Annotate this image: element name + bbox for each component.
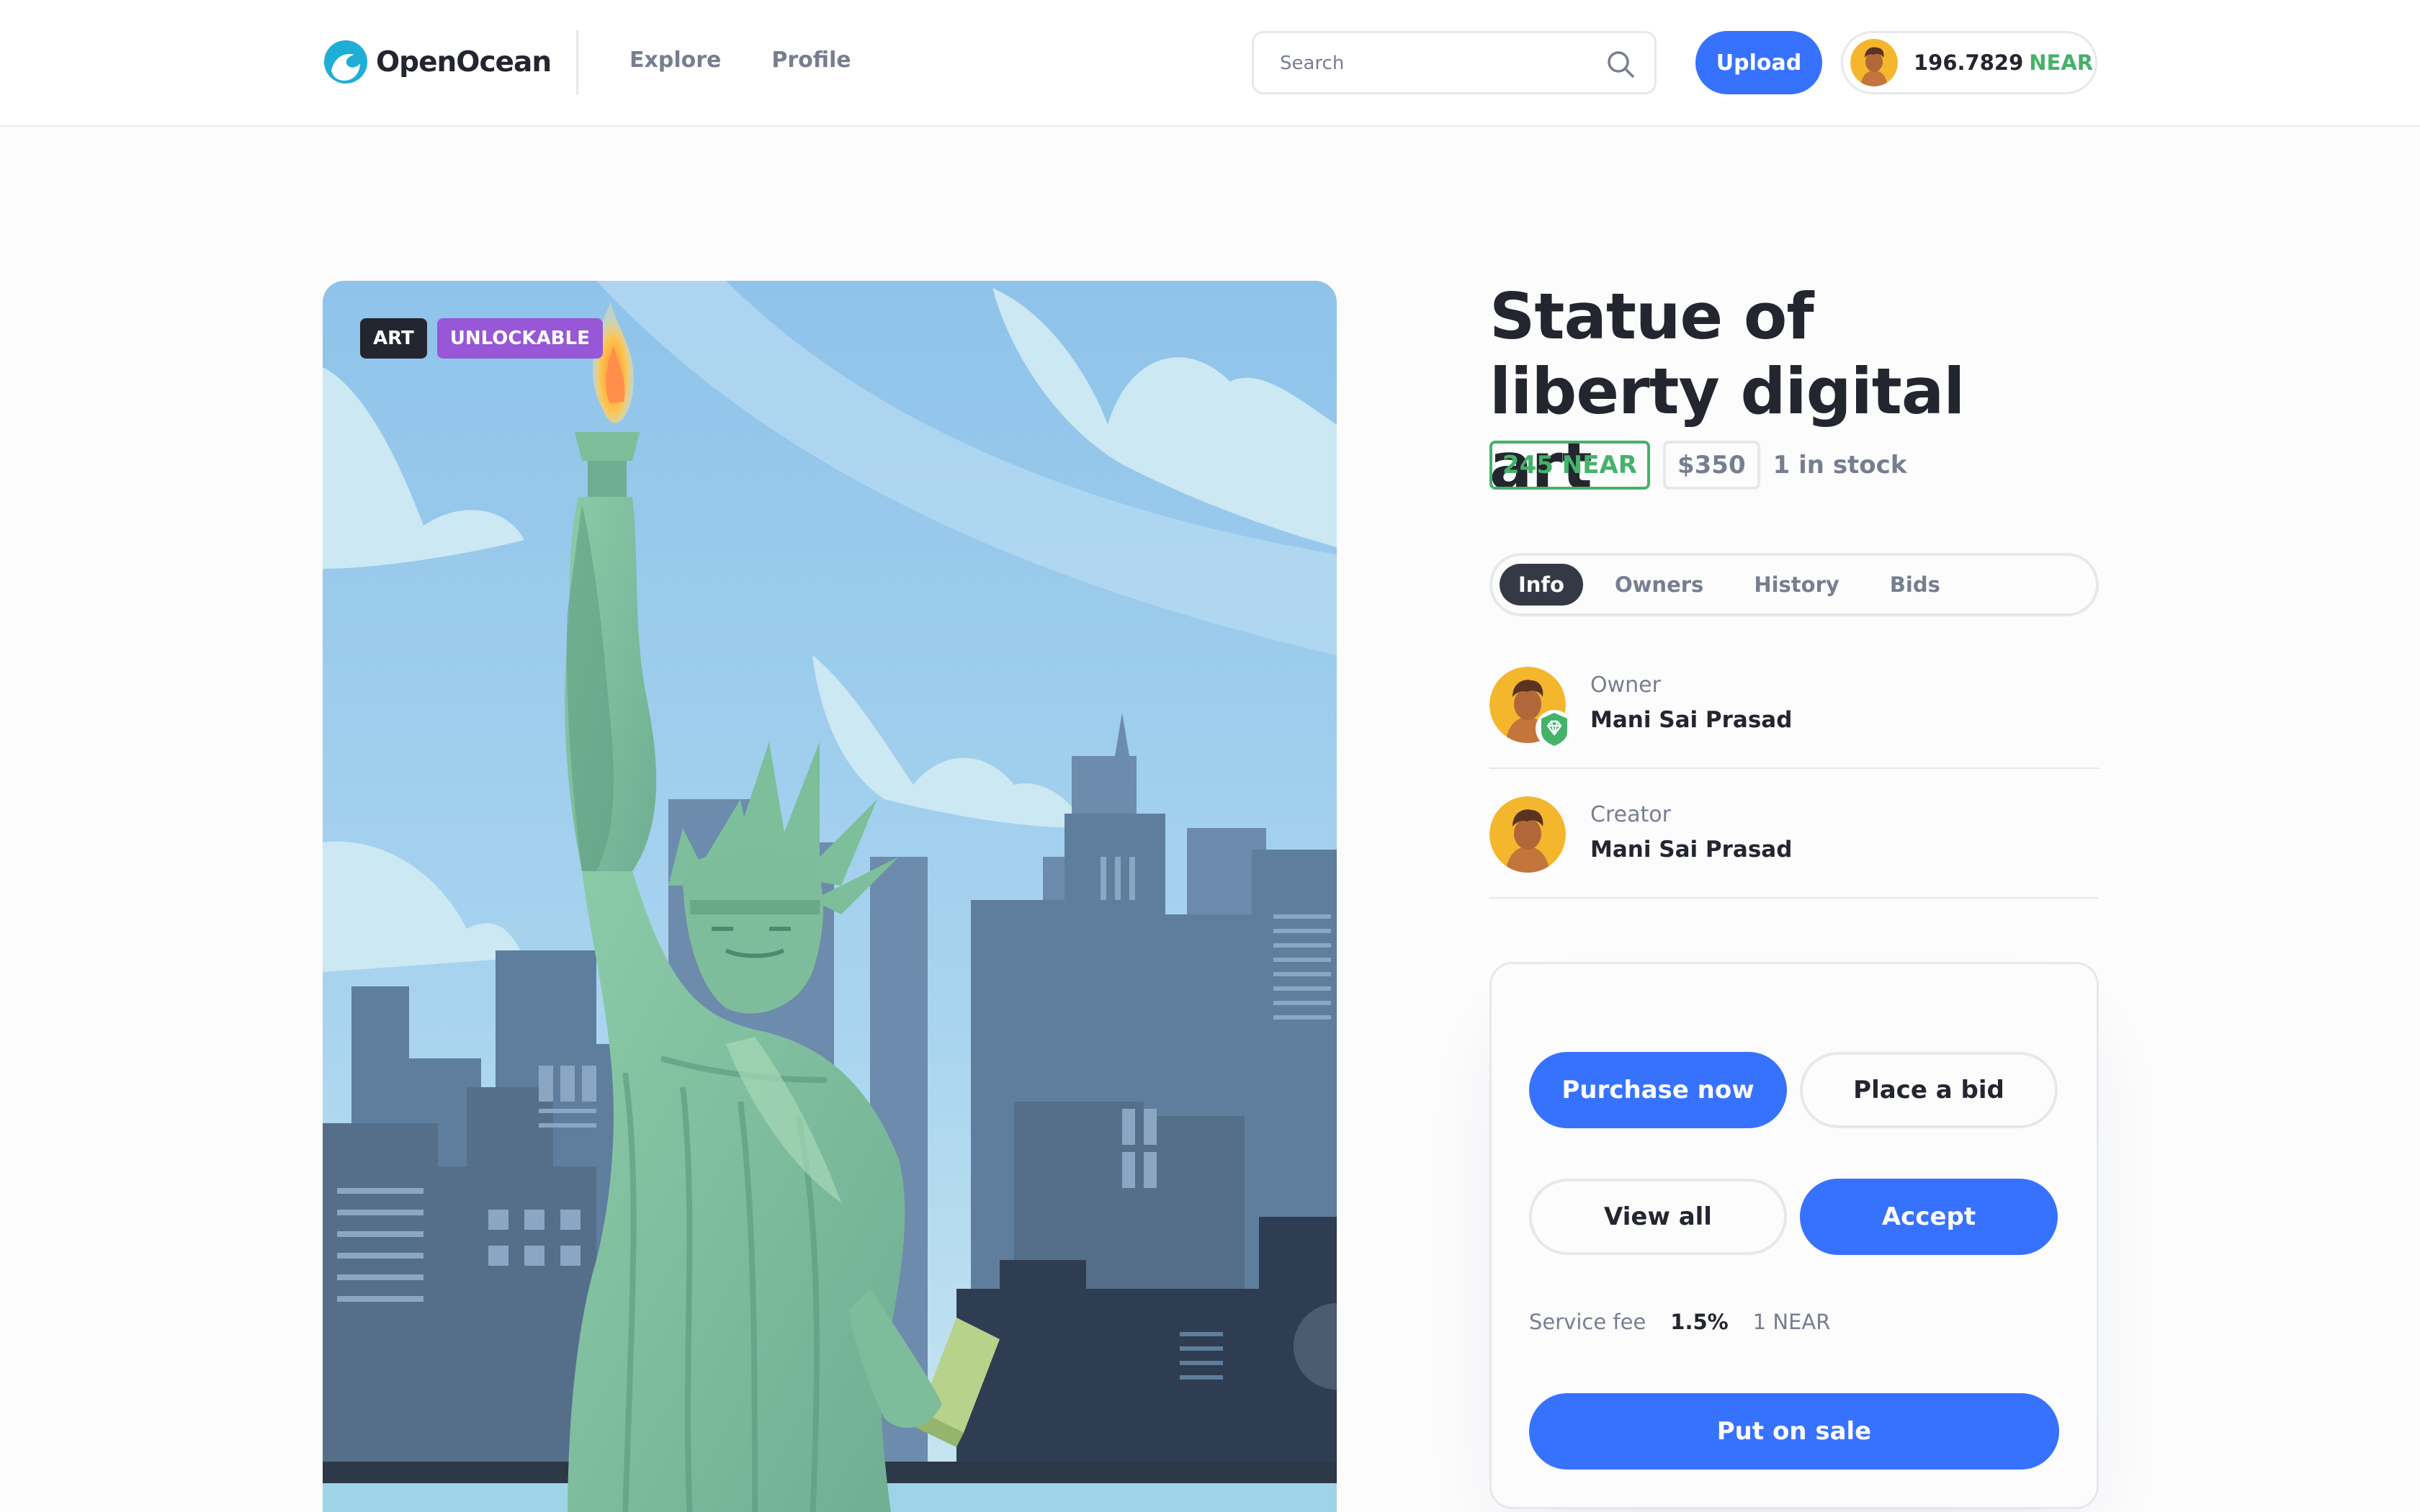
put-on-sale-button[interactable]: Put on sale xyxy=(1529,1393,2059,1470)
tab-bids[interactable]: Bids xyxy=(1871,564,1959,606)
creator-label: Creator xyxy=(1590,802,1671,827)
owner-row[interactable]: Owner Mani Sai Prasad xyxy=(1489,641,2099,769)
service-fee-amount: 1 NEAR xyxy=(1752,1310,1831,1334)
creator-name[interactable]: Mani Sai Prasad xyxy=(1590,837,1792,863)
purchase-now-button[interactable]: Purchase now xyxy=(1529,1052,1787,1128)
owner-label: Owner xyxy=(1590,672,1661,698)
upload-button[interactable]: Upload xyxy=(1695,31,1822,94)
unlockable-tag[interactable]: UNLOCKABLE xyxy=(436,318,603,359)
header-divider xyxy=(576,30,578,95)
search-icon[interactable] xyxy=(1605,49,1636,79)
statue-of-liberty-artwork xyxy=(323,281,1337,1512)
category-tag[interactable]: ART xyxy=(360,318,427,359)
owner-name[interactable]: Mani Sai Prasad xyxy=(1590,707,1792,733)
wallet-balance[interactable]: 196.7829 NEAR xyxy=(1841,31,2097,94)
openocean-logo-icon xyxy=(324,40,367,84)
search-input[interactable] xyxy=(1280,49,1597,78)
item-tags: ART UNLOCKABLE xyxy=(360,318,603,359)
stock-count: 1 in stock xyxy=(1773,451,1907,480)
tab-info[interactable]: Info xyxy=(1500,564,1583,606)
tab-owners[interactable]: Owners xyxy=(1596,564,1722,606)
top-header: OpenOcean Explore Profile Upload 196.782… xyxy=(0,0,2420,127)
price-near: 245 NEAR xyxy=(1489,441,1650,490)
view-all-button[interactable]: View all xyxy=(1529,1179,1787,1255)
action-card: Purchase now Place a bid View all Accept… xyxy=(1489,962,2099,1509)
place-bid-button[interactable]: Place a bid xyxy=(1800,1052,2058,1128)
nav-explore[interactable]: Explore xyxy=(629,48,721,73)
accept-button[interactable]: Accept xyxy=(1800,1179,2058,1255)
main-nav: Explore Profile xyxy=(629,48,851,73)
price-usd: $350 xyxy=(1662,441,1760,490)
logo[interactable]: OpenOcean xyxy=(323,39,552,85)
logo-text: OpenOcean xyxy=(376,45,552,78)
service-fee-label: Service fee xyxy=(1529,1310,1646,1334)
price-row: 245 NEAR $350 1 in stock xyxy=(1489,441,1906,490)
avatar xyxy=(1850,39,1898,86)
service-fee-percent: 1.5% xyxy=(1670,1310,1729,1334)
verified-badge-icon xyxy=(1536,710,1573,747)
tab-history[interactable]: History xyxy=(1735,564,1857,606)
nav-profile[interactable]: Profile xyxy=(771,48,851,73)
search-box xyxy=(1252,31,1657,94)
avatar xyxy=(1489,796,1566,873)
creator-row[interactable]: Creator Mani Sai Prasad xyxy=(1489,770,2099,899)
service-fee-row: Service fee 1.5% 1 NEAR xyxy=(1529,1310,1830,1334)
artwork-preview: ART UNLOCKABLE xyxy=(323,281,1337,1512)
detail-tabs: Info Owners History Bids xyxy=(1489,553,2099,616)
wallet-currency: NEAR xyxy=(2029,50,2094,75)
wallet-amount: 196.7829 xyxy=(1914,50,2024,75)
